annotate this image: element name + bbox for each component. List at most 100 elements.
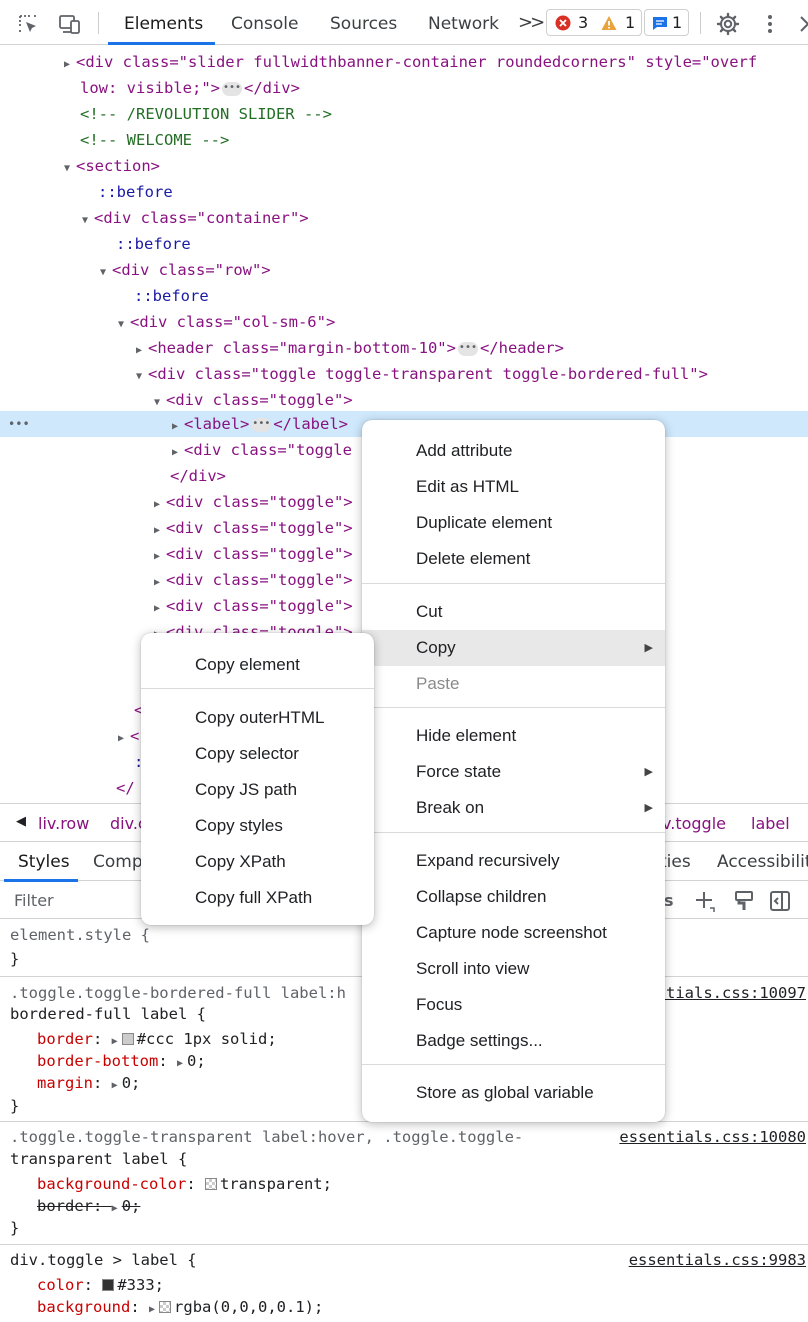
errors-warnings-badge[interactable]: 3 1 bbox=[546, 9, 642, 36]
expand-triangle-icon[interactable]: ▶ bbox=[177, 1053, 183, 1075]
message-icon bbox=[653, 17, 667, 30]
tree-pseudo-before[interactable]: ::before bbox=[0, 179, 808, 205]
menu-item-copy-outerhtml[interactable]: Copy outerHTML bbox=[141, 700, 374, 736]
rule-selector[interactable]: .toggle.toggle-bordered-full label:h bbox=[10, 982, 346, 1004]
inspect-element-icon[interactable] bbox=[16, 12, 40, 36]
tab-computed[interactable]: Comp bbox=[93, 852, 143, 872]
breadcrumb-item-label[interactable]: label bbox=[751, 814, 790, 833]
tree-node-toggle[interactable]: ▼ <div class="toggle"> bbox=[0, 387, 808, 413]
menu-item-copy-js-path[interactable]: Copy JS path bbox=[141, 772, 374, 808]
menu-item-store-as-global-variable[interactable]: Store as global variable bbox=[362, 1075, 665, 1111]
tree-node-col[interactable]: ▼ <div class="col-sm-6"> bbox=[0, 309, 808, 335]
menu-divider bbox=[362, 832, 665, 833]
menu-item-edit-as-html[interactable]: Edit as HTML bbox=[362, 469, 665, 505]
menu-item-break-on[interactable]: Break on ▶ bbox=[362, 790, 665, 826]
rule-source-link[interactable]: ntials.css:10097 bbox=[657, 982, 806, 1004]
tree-pseudo-before[interactable]: ::before bbox=[0, 231, 808, 257]
tree-node-row[interactable]: ▼ <div class="row"> bbox=[0, 257, 808, 283]
tab-elements[interactable]: Elements bbox=[124, 14, 203, 34]
css-declaration[interactable]: background-color: transparent; bbox=[37, 1173, 332, 1195]
menu-item-force-state[interactable]: Force state ▶ bbox=[362, 754, 665, 790]
rule-close: } bbox=[10, 950, 20, 968]
menu-item-expand-recursively[interactable]: Expand recursively bbox=[362, 843, 665, 879]
breadcrumb-scroll-left-icon[interactable]: ◀ bbox=[16, 814, 26, 829]
menu-item-delete-element[interactable]: Delete element bbox=[362, 541, 665, 577]
rule-divider bbox=[0, 1244, 808, 1245]
messages-badge[interactable]: 1 bbox=[644, 9, 689, 36]
error-count: 3 bbox=[578, 13, 589, 32]
gear-icon[interactable] bbox=[716, 12, 740, 36]
menu-item-hide-element[interactable]: Hide element bbox=[362, 718, 665, 754]
tree-comment[interactable]: <!-- WELCOME --> bbox=[0, 127, 808, 153]
paint-brush-icon[interactable] bbox=[732, 889, 756, 913]
color-swatch[interactable] bbox=[204, 1178, 217, 1190]
tab-sources[interactable]: Sources bbox=[330, 14, 397, 34]
tree-node-slider-cont[interactable]: low: visible;"> ••• </div> bbox=[0, 75, 808, 101]
menu-item-paste: Paste bbox=[416, 674, 460, 693]
rule-source-link[interactable]: essentials.css:9983 bbox=[629, 1249, 806, 1271]
css-declaration[interactable]: background: ▶ rgba(0,0,0,0.1); bbox=[37, 1296, 323, 1318]
tree-node-section[interactable]: ▼ <section> bbox=[0, 153, 808, 179]
menu-item-scroll-into-view[interactable]: Scroll into view bbox=[362, 951, 665, 987]
ellipsis-badge[interactable]: ••• bbox=[221, 81, 242, 96]
menu-item-badge-settings[interactable]: Badge settings... bbox=[362, 1023, 665, 1059]
rule-selector[interactable]: div.toggle > label { bbox=[10, 1249, 197, 1271]
tree-node-toggle-wrapper[interactable]: ▼ <div class="toggle toggle-transparent t… bbox=[0, 361, 808, 387]
ellipsis-badge[interactable]: ••• bbox=[251, 417, 272, 432]
menu-item-copy-element[interactable]: Copy element bbox=[141, 647, 374, 683]
css-declaration[interactable]: border: ▶ #ccc 1px solid; bbox=[37, 1028, 277, 1050]
color-swatch[interactable] bbox=[121, 1033, 134, 1045]
rule-selector[interactable]: .toggle.toggle-transparent label:hover, … bbox=[10, 1126, 523, 1148]
expand-triangle-icon[interactable]: ▶ bbox=[112, 1198, 118, 1220]
ellipsis-badge[interactable]: ••• bbox=[457, 341, 478, 356]
menu-item-copy-full-xpath[interactable]: Copy full XPath bbox=[141, 880, 374, 916]
add-rule-icon[interactable] bbox=[692, 889, 716, 913]
tree-comment[interactable]: <!-- /REVOLUTION SLIDER --> bbox=[0, 101, 808, 127]
menu-item-add-attribute[interactable]: Add attribute bbox=[362, 433, 665, 469]
menu-item-copy[interactable]: Copy ▶ bbox=[362, 630, 665, 666]
css-declaration-overridden[interactable]: border: ▶ 0; bbox=[37, 1195, 140, 1217]
submenu-arrow-icon: ▶ bbox=[644, 802, 653, 814]
rule-selector[interactable]: transparent label { bbox=[10, 1148, 187, 1170]
tree-node-container[interactable]: ▼ <div class="container"> bbox=[0, 205, 808, 231]
close-icon[interactable] bbox=[796, 12, 808, 36]
tab-styles[interactable]: Styles bbox=[18, 852, 70, 872]
breadcrumb-item[interactable]: v.toggle bbox=[662, 814, 726, 833]
tree-node-header[interactable]: ▶ <header class="margin-bottom-10"> ••• </h… bbox=[0, 335, 808, 361]
rule-selector[interactable]: bordered-full label { bbox=[10, 1003, 206, 1025]
css-declaration[interactable]: margin: ▶ 0; bbox=[37, 1072, 140, 1094]
menu-item-focus[interactable]: Focus bbox=[362, 987, 665, 1023]
rule-selector[interactable]: element.style { bbox=[10, 924, 150, 946]
tab-network[interactable]: Network bbox=[428, 14, 499, 34]
menu-item-collapse-children[interactable]: Collapse children bbox=[362, 879, 665, 915]
issue-counters[interactable]: 3 1 1 bbox=[546, 9, 690, 36]
menu-item-copy-xpath[interactable]: Copy XPath bbox=[141, 844, 374, 880]
menu-item-capture-node-screenshot[interactable]: Capture node screenshot bbox=[362, 915, 665, 951]
expand-triangle-icon[interactable]: ▶ bbox=[149, 1299, 155, 1321]
menu-item-cut[interactable]: Cut bbox=[362, 594, 665, 630]
expand-triangle-icon[interactable]: ▶ bbox=[112, 1075, 118, 1097]
menu-item-duplicate-element[interactable]: Duplicate element bbox=[362, 505, 665, 541]
css-declaration[interactable]: color: #333; bbox=[37, 1274, 164, 1296]
more-tabs-icon[interactable]: >> bbox=[518, 12, 545, 33]
menu-item-copy-selector[interactable]: Copy selector bbox=[141, 736, 374, 772]
tree-pseudo-before[interactable]: ::before bbox=[0, 283, 808, 309]
tab-accessibility[interactable]: Accessibility bbox=[717, 852, 808, 872]
menu-item-copy-styles[interactable]: Copy styles bbox=[141, 808, 374, 844]
device-toolbar-icon[interactable] bbox=[58, 12, 82, 36]
more-options-icon[interactable] bbox=[758, 12, 782, 36]
css-declaration[interactable]: border-bottom: ▶ 0; bbox=[37, 1050, 206, 1072]
filter-input[interactable]: Filter bbox=[14, 891, 54, 910]
rule-source-link[interactable]: essentials.css:10080 bbox=[619, 1126, 806, 1148]
tree-node-slider[interactable]: ▶ <div class="slider fullwidthbanner-cont… bbox=[0, 49, 808, 75]
tab-console[interactable]: Console bbox=[231, 14, 299, 34]
cls-toggle[interactable]: s bbox=[664, 891, 674, 910]
submenu-arrow-icon: ▶ bbox=[644, 766, 653, 778]
toggle-sidebar-icon[interactable] bbox=[768, 889, 792, 913]
selected-node-menu-icon[interactable]: ••• bbox=[8, 411, 30, 437]
color-swatch[interactable] bbox=[102, 1279, 115, 1291]
copy-submenu: Copy element Copy outerHTML Copy selecto… bbox=[141, 633, 374, 925]
breadcrumb-item[interactable]: liv.row bbox=[38, 814, 89, 833]
color-swatch[interactable] bbox=[159, 1301, 172, 1313]
toolbar-divider bbox=[700, 12, 701, 34]
